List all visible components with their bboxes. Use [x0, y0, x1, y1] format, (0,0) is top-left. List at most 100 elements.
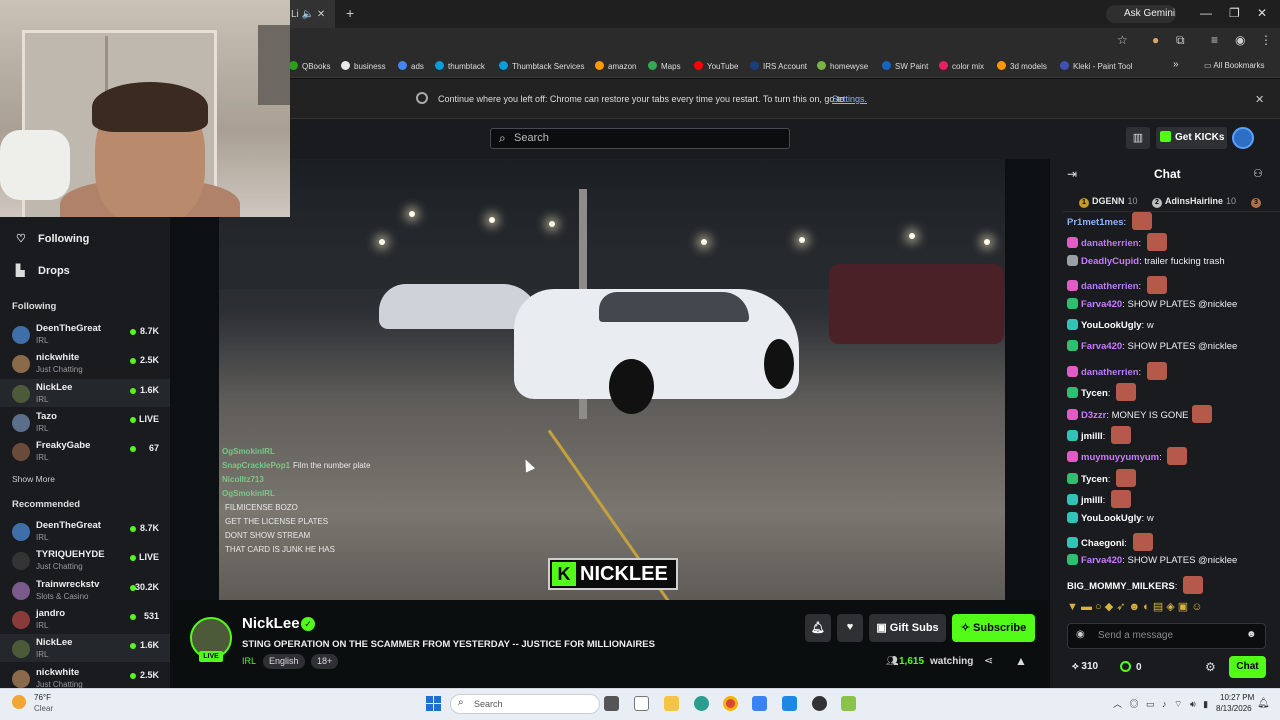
- emoji-icon[interactable]: ☻: [1246, 629, 1257, 640]
- bookmark-item[interactable]: homewyse: [817, 61, 868, 71]
- tag-language[interactable]: English: [263, 654, 305, 669]
- chat-settings-icon[interactable]: ⚙: [1205, 660, 1216, 674]
- close-window-icon[interactable]: ✕: [1257, 6, 1267, 20]
- chat-message[interactable]: YouLookUgly: w: [1067, 511, 1154, 524]
- sidebar-channel[interactable]: jandro IRL 531: [0, 605, 170, 633]
- minimize-icon[interactable]: —: [1200, 6, 1212, 20]
- chat-username[interactable]: Farva420: [1081, 299, 1122, 310]
- restore-window-icon[interactable]: ❐: [1229, 6, 1240, 20]
- chat-message[interactable]: Tycen:: [1067, 383, 1137, 402]
- subscribe-button[interactable]: ✧ Subscribe: [952, 614, 1035, 642]
- bookmark-item[interactable]: YouTube: [694, 61, 738, 71]
- notification-icon[interactable]: 🔔︎: [1257, 698, 1270, 709]
- infobar-close-icon[interactable]: ✕: [1255, 93, 1264, 106]
- chat-username[interactable]: YouLookUgly: [1081, 320, 1142, 331]
- paint-icon[interactable]: [782, 696, 797, 711]
- task-view-icon[interactable]: [604, 696, 619, 711]
- bookmark-item[interactable]: QBooks: [289, 61, 330, 71]
- all-bookmarks[interactable]: ▭ All Bookmarks: [1204, 61, 1264, 70]
- ask-gemini-button[interactable]: Ask Gemini: [1106, 5, 1176, 23]
- chat-username[interactable]: Tycen: [1081, 474, 1108, 485]
- taskbar-search[interactable]: [450, 694, 600, 714]
- chat-username[interactable]: jmilll: [1081, 431, 1103, 442]
- bookmark-star-icon[interactable]: ☆: [1117, 33, 1128, 47]
- chat-message[interactable]: danatherrien:: [1067, 361, 1167, 380]
- sidebar-channel[interactable]: DeenTheGreat IRL 8.7K: [0, 517, 170, 545]
- tab-close-icon[interactable]: ✕: [317, 9, 325, 20]
- system-tray[interactable]: ︿ ◎ ▭ ♪ ⌔ 🔊︎ ▮: [1113, 697, 1208, 710]
- chat-message[interactable]: jmilll:: [1067, 490, 1131, 509]
- chat-users-icon[interactable]: ⚇: [1253, 167, 1263, 180]
- chat-message[interactable]: Farva420: SHOW PLATES @nicklee: [1067, 297, 1237, 310]
- bookmark-item[interactable]: color mix: [939, 61, 984, 71]
- bookmark-item[interactable]: Thumbtack Services: [499, 61, 584, 71]
- stacked-app-icon[interactable]: [841, 696, 856, 711]
- browser-tab[interactable]: Li 🔈 ✕: [285, 0, 335, 28]
- clock-time[interactable]: 10:27 PM: [1220, 693, 1254, 702]
- bookmark-item[interactable]: 3d models: [997, 61, 1047, 71]
- leader-1[interactable]: 1 DGENN 10: [1079, 196, 1138, 208]
- sidebar-channel[interactable]: Tazo IRL LIVE: [0, 408, 170, 436]
- bookmark-item[interactable]: Kleki - Paint Tool: [1060, 61, 1132, 71]
- chat-username[interactable]: Tycen: [1081, 388, 1108, 399]
- extension-icon[interactable]: ●: [1152, 33, 1159, 47]
- sidebar-channel[interactable]: NickLee IRL 1.6K: [0, 634, 170, 663]
- sidebar-channel[interactable]: Trainwreckstv Slots & Casino 30.2K: [0, 576, 170, 604]
- gift-subs-button[interactable]: ▣ Gift Subs: [869, 614, 946, 642]
- notes-icon[interactable]: [752, 696, 767, 711]
- nav-following[interactable]: ♡ Following: [16, 232, 89, 245]
- settings-link[interactable]: Settings.: [832, 94, 867, 104]
- category-link[interactable]: IRL: [242, 656, 256, 666]
- bookmark-item[interactable]: thumbtack: [435, 61, 485, 71]
- user-avatar[interactable]: [1232, 127, 1254, 149]
- weather-moon-icon[interactable]: [12, 695, 26, 709]
- chat-message[interactable]: Farva420: SHOW PLATES @nicklee: [1067, 554, 1237, 566]
- chat-send-button[interactable]: Chat: [1229, 656, 1266, 678]
- chat-username[interactable]: danatherrien: [1081, 281, 1139, 292]
- leader-2[interactable]: 2 AdinsHairline 10: [1152, 196, 1236, 208]
- new-tab-icon[interactable]: +: [346, 5, 354, 21]
- bookmark-item[interactable]: business: [341, 61, 386, 71]
- chat-username[interactable]: muymuyyumyum: [1081, 452, 1159, 463]
- bookmark-item[interactable]: ads: [398, 61, 424, 71]
- chat-message[interactable]: danatherrien:: [1067, 276, 1167, 295]
- chat-message[interactable]: BIG_MOMMY_MILKERS:: [1067, 575, 1203, 594]
- edge-icon[interactable]: [694, 696, 709, 711]
- chrome-taskbar-icon[interactable]: [723, 696, 738, 711]
- bookmark-item[interactable]: SW Paint: [882, 61, 928, 71]
- emote-quick-bar[interactable]: ▼ ▬ ○ ◆ ➶ ☻ ◐ ▤ ◈ ▣ ☺: [1067, 600, 1267, 616]
- menu-icon[interactable]: ⋮: [1260, 33, 1272, 47]
- follow-heart-button[interactable]: ♥: [837, 614, 863, 642]
- chat-message[interactable]: jmilll:: [1067, 426, 1131, 444]
- profile-icon[interactable]: ◉: [1235, 33, 1245, 47]
- streamer-name[interactable]: NickLee: [242, 615, 300, 632]
- chat-message[interactable]: Chaegoni:: [1067, 533, 1153, 551]
- weather-temperature[interactable]: 76°F: [34, 693, 51, 702]
- chat-message[interactable]: DeadlyCupid: trailer fucking trash: [1067, 254, 1225, 267]
- chat-username[interactable]: jmilll: [1081, 495, 1103, 506]
- chat-username[interactable]: BIG_MOMMY_MILKERS: [1067, 581, 1175, 592]
- chat-message[interactable]: YouLookUgly: w: [1067, 319, 1154, 331]
- report-icon[interactable]: ▲: [1015, 654, 1027, 668]
- bookmarks-overflow-icon[interactable]: »: [1173, 59, 1179, 70]
- chat-username[interactable]: YouLookUgly: [1081, 513, 1142, 524]
- chat-username[interactable]: Pr1met1mes: [1067, 217, 1124, 228]
- clock-date[interactable]: 8/13/2026: [1216, 704, 1252, 713]
- channel-points[interactable]: 0: [1120, 661, 1142, 673]
- leader-3[interactable]: 3: [1251, 196, 1264, 208]
- chat-username[interactable]: Chaegoni: [1081, 538, 1124, 549]
- start-button[interactable]: [426, 696, 441, 711]
- nav-drops[interactable]: ▙ Drops: [16, 264, 70, 277]
- notepad-icon[interactable]: [634, 696, 649, 711]
- sidebar-channel[interactable]: NickLee IRL 1.6K: [0, 378, 170, 407]
- chat-message[interactable]: Pr1met1mes:: [1067, 212, 1152, 230]
- chat-username[interactable]: Farva420: [1081, 555, 1122, 566]
- sidebar-channel[interactable]: TYRIQUEHYDE Just Chatting LIVE: [0, 546, 170, 574]
- bookmark-item[interactable]: amazon: [595, 61, 636, 71]
- chat-message[interactable]: Tycen:: [1067, 468, 1137, 487]
- chat-badge-icon[interactable]: ◉: [1076, 629, 1085, 640]
- tab-audio-icon[interactable]: 🔈: [302, 9, 314, 20]
- chat-username[interactable]: DeadlyCupid: [1081, 256, 1139, 267]
- show-more-link[interactable]: Show More: [12, 474, 55, 484]
- share-icon[interactable]: ⋖: [984, 654, 993, 667]
